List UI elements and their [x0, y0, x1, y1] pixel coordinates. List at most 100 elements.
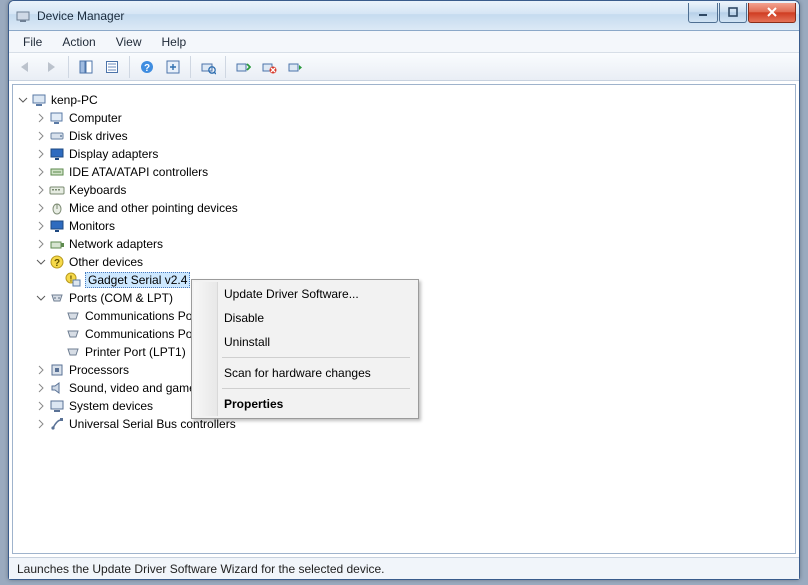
help-button[interactable]: ?	[135, 55, 159, 79]
tree-item-ide-controllers[interactable]: IDE ATA/ATAPI controllers	[17, 163, 791, 181]
port-icon	[65, 344, 81, 360]
tree-item-mice[interactable]: Mice and other pointing devices	[17, 199, 791, 217]
properties-toolbar-button[interactable]	[100, 55, 124, 79]
tree-label: Printer Port (LPT1)	[85, 345, 186, 359]
tree-label: Ports (COM & LPT)	[69, 291, 173, 305]
sound-icon	[49, 380, 65, 396]
disk-icon	[49, 128, 65, 144]
tree-label: Gadget Serial v2.4	[85, 272, 190, 288]
tree-label: Disk drives	[69, 129, 128, 143]
window-title: Device Manager	[37, 9, 688, 23]
update-driver-toolbar-button[interactable]	[231, 55, 255, 79]
context-menu-separator	[222, 357, 410, 358]
network-icon	[49, 236, 65, 252]
ctx-uninstall[interactable]: Uninstall	[194, 330, 416, 354]
keyboard-icon	[49, 182, 65, 198]
expand-icon[interactable]	[35, 364, 47, 376]
port-icon	[65, 308, 81, 324]
maximize-button[interactable]	[719, 3, 747, 23]
expand-icon[interactable]	[35, 184, 47, 196]
expand-icon[interactable]	[35, 148, 47, 160]
tree-label: Universal Serial Bus controllers	[69, 417, 236, 431]
expand-icon[interactable]	[35, 130, 47, 142]
expand-icon[interactable]	[35, 382, 47, 394]
ctx-disable[interactable]: Disable	[194, 306, 416, 330]
unknown-device-icon: !	[65, 272, 81, 288]
collapse-icon[interactable]	[35, 256, 47, 268]
toolbar: ?	[9, 53, 799, 81]
display-icon	[49, 146, 65, 162]
status-text: Launches the Update Driver Software Wiza…	[17, 562, 385, 576]
close-button[interactable]	[748, 3, 796, 23]
tree-label: Display adapters	[69, 147, 158, 161]
menu-view[interactable]: View	[108, 33, 150, 51]
computer-icon	[49, 110, 65, 126]
menu-file[interactable]: File	[15, 33, 50, 51]
tree-label: Other devices	[69, 255, 143, 269]
tree-label: Mice and other pointing devices	[69, 201, 238, 215]
app-icon	[15, 8, 31, 24]
ctx-scan-hardware[interactable]: Scan for hardware changes	[194, 361, 416, 385]
toolbar-separator	[225, 56, 226, 78]
port-icon	[65, 326, 81, 342]
tree-item-network-adapters[interactable]: Network adapters	[17, 235, 791, 253]
device-manager-window: Device Manager File Action View Help	[8, 0, 800, 580]
other-devices-icon: ?	[49, 254, 65, 270]
disable-toolbar-button[interactable]	[283, 55, 307, 79]
tree-label: System devices	[69, 399, 153, 413]
titlebar[interactable]: Device Manager	[9, 1, 799, 31]
expand-icon[interactable]	[35, 166, 47, 178]
expand-icon[interactable]	[35, 418, 47, 430]
monitor-icon	[49, 218, 65, 234]
expand-icon[interactable]	[35, 220, 47, 232]
collapse-icon[interactable]	[35, 292, 47, 304]
tree-item-disk-drives[interactable]: Disk drives	[17, 127, 791, 145]
context-menu: Update Driver Software... Disable Uninst…	[191, 279, 419, 419]
tree-label: kenp-PC	[51, 93, 98, 107]
tree-label: Keyboards	[69, 183, 126, 197]
svg-text:?: ?	[144, 63, 150, 74]
toolbar-separator	[190, 56, 191, 78]
computer-icon	[31, 92, 47, 108]
uninstall-toolbar-button[interactable]	[257, 55, 281, 79]
minimize-button[interactable]	[688, 3, 718, 23]
status-bar: Launches the Update Driver Software Wiza…	[9, 557, 799, 579]
tree-label: Network adapters	[69, 237, 163, 251]
toolbar-separator	[68, 56, 69, 78]
tree-root[interactable]: kenp-PC	[17, 91, 791, 109]
show-hide-tree-button[interactable]	[74, 55, 98, 79]
forward-button[interactable]	[39, 55, 63, 79]
svg-text:!: !	[70, 275, 73, 284]
expand-icon[interactable]	[35, 202, 47, 214]
usb-icon	[49, 416, 65, 432]
tree-label: IDE ATA/ATAPI controllers	[69, 165, 208, 179]
ctx-update-driver[interactable]: Update Driver Software...	[194, 282, 416, 306]
tree-item-monitors[interactable]: Monitors	[17, 217, 791, 235]
ide-icon	[49, 164, 65, 180]
expand-icon[interactable]	[35, 238, 47, 250]
expand-icon[interactable]	[35, 400, 47, 412]
toolbar-separator	[129, 56, 130, 78]
expand-icon[interactable]	[35, 112, 47, 124]
context-menu-separator	[222, 388, 410, 389]
system-icon	[49, 398, 65, 414]
ports-icon	[49, 290, 65, 306]
tree-item-display-adapters[interactable]: Display adapters	[17, 145, 791, 163]
menu-action[interactable]: Action	[54, 33, 103, 51]
ctx-properties[interactable]: Properties	[194, 392, 416, 416]
scan-hardware-button[interactable]	[196, 55, 220, 79]
menu-bar: File Action View Help	[9, 31, 799, 53]
tree-item-other-devices[interactable]: ? Other devices	[17, 253, 791, 271]
cpu-icon	[49, 362, 65, 378]
tree-label: Processors	[69, 363, 129, 377]
back-button[interactable]	[13, 55, 37, 79]
tree-item-computer[interactable]: Computer	[17, 109, 791, 127]
menu-help[interactable]: Help	[154, 33, 195, 51]
tree-label: Computer	[69, 111, 122, 125]
mouse-icon	[49, 200, 65, 216]
tree-item-keyboards[interactable]: Keyboards	[17, 181, 791, 199]
action-toolbar-button[interactable]	[161, 55, 185, 79]
svg-text:?: ?	[54, 258, 60, 269]
tree-label: Monitors	[69, 219, 115, 233]
collapse-icon[interactable]	[17, 94, 29, 106]
